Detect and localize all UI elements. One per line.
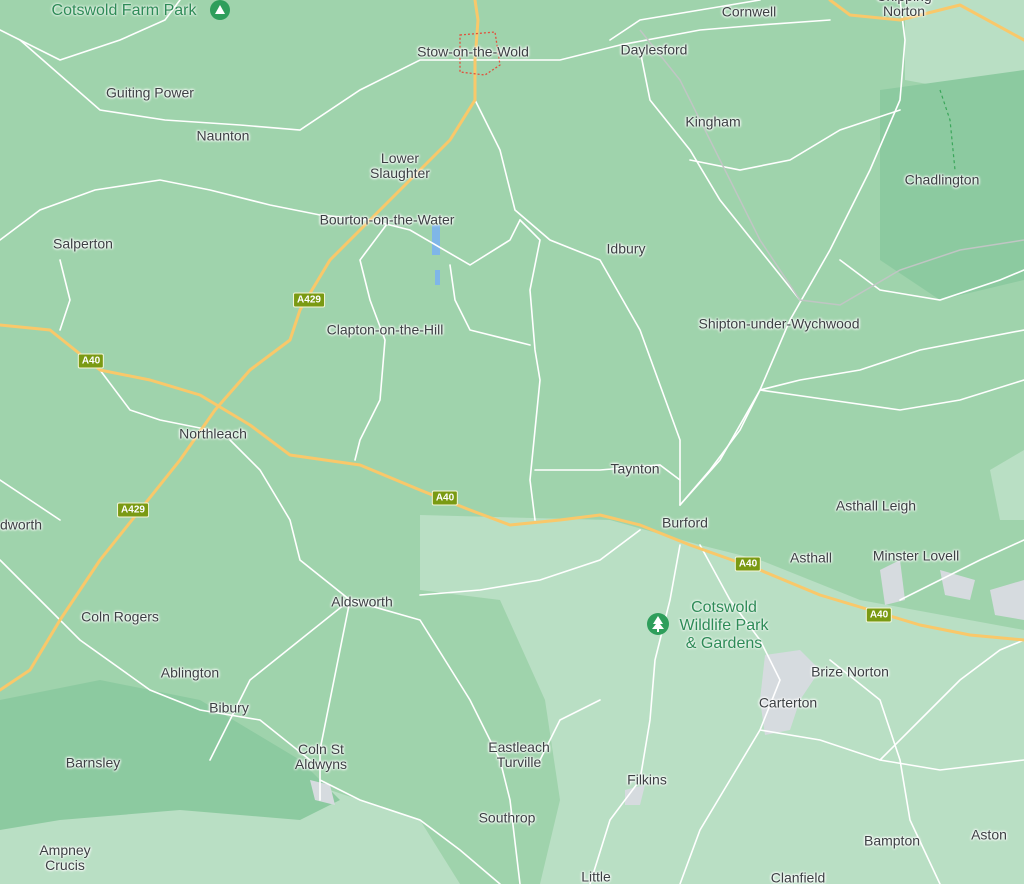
place-shipton[interactable]: Shipton-under-Wychwood	[699, 316, 860, 332]
water-feature	[432, 225, 440, 255]
place-little[interactable]: Little	[581, 869, 611, 884]
poi-cotswold-farm-park[interactable]: Cotswold Farm Park	[52, 2, 197, 20]
light-area	[420, 515, 1024, 884]
water-feature	[435, 270, 440, 285]
map-canvas[interactable]: Cotswold Farm Park Cotswold Wildlife Par…	[0, 0, 1024, 884]
place-salperton[interactable]: Salperton	[53, 236, 113, 252]
road-shield-a40: A40	[734, 556, 762, 572]
light-area	[990, 450, 1024, 520]
place-bibury[interactable]: Bibury	[209, 700, 249, 716]
place-asthall-leigh[interactable]: Asthall Leigh	[836, 498, 916, 514]
road-shield-a429: A429	[117, 502, 149, 518]
road-shield-a40: A40	[865, 607, 893, 623]
place-carterton[interactable]: Carterton	[759, 695, 817, 711]
place-asthall[interactable]: Asthall	[790, 550, 832, 566]
urban-area	[990, 580, 1024, 620]
place-taynton[interactable]: Taynton	[610, 461, 659, 477]
place-barnsley[interactable]: Barnsley	[66, 755, 120, 771]
place-filkins[interactable]: Filkins	[627, 772, 667, 788]
place-eastleach[interactable]: Eastleach Turville	[488, 740, 549, 770]
place-coln-st-aldwyns[interactable]: Coln St Aldwyns	[295, 742, 347, 772]
place-aston[interactable]: Aston	[971, 827, 1007, 843]
place-burford[interactable]: Burford	[662, 515, 708, 531]
campsite-icon[interactable]	[208, 0, 232, 22]
place-bampton[interactable]: Bampton	[864, 833, 920, 849]
road-shield-a40: A40	[77, 353, 105, 369]
place-clanfield[interactable]: Clanfield	[771, 870, 825, 884]
place-ampney-crucis[interactable]: Ampney Crucis	[39, 843, 90, 873]
forest-area	[0, 680, 340, 830]
place-cornwell[interactable]: Cornwell	[722, 4, 776, 20]
place-naunton[interactable]: Naunton	[197, 128, 250, 144]
place-chipping-norton[interactable]: Chipping Norton	[876, 0, 931, 19]
road-shield-a429: A429	[293, 292, 325, 308]
urban-area	[880, 560, 905, 605]
place-coln-rogers[interactable]: Coln Rogers	[81, 609, 159, 625]
place-southrop[interactable]: Southrop	[479, 810, 536, 826]
place-aldsworth[interactable]: Aldsworth	[331, 594, 392, 610]
place-daylesford[interactable]: Daylesford	[621, 42, 688, 58]
place-northleach[interactable]: Northleach	[179, 426, 247, 442]
place-kingham[interactable]: Kingham	[685, 114, 740, 130]
place-minster-lovell[interactable]: Minster Lovell	[873, 548, 959, 564]
place-bourton[interactable]: Bourton-on-the-Water	[320, 212, 455, 228]
place-stow[interactable]: Stow-on-the-Wold	[417, 44, 529, 60]
urban-area	[940, 570, 975, 600]
place-lower-slaughter[interactable]: Lower Slaughter	[370, 151, 430, 181]
place-brize-norton[interactable]: Brize Norton	[811, 664, 889, 680]
road-shield-a40: A40	[431, 490, 459, 506]
tree-icon[interactable]	[646, 612, 670, 636]
place-ablington[interactable]: Ablington	[161, 665, 219, 681]
place-chadlington[interactable]: Chadlington	[905, 172, 980, 188]
place-guiting-power[interactable]: Guiting Power	[106, 85, 194, 101]
place-clapton[interactable]: Clapton-on-the-Hill	[327, 322, 444, 338]
place-dworth[interactable]: dworth	[0, 517, 42, 533]
poi-cotswold-wildlife-park[interactable]: Cotswold Wildlife Park & Gardens	[680, 599, 769, 653]
place-idbury[interactable]: Idbury	[607, 241, 646, 257]
